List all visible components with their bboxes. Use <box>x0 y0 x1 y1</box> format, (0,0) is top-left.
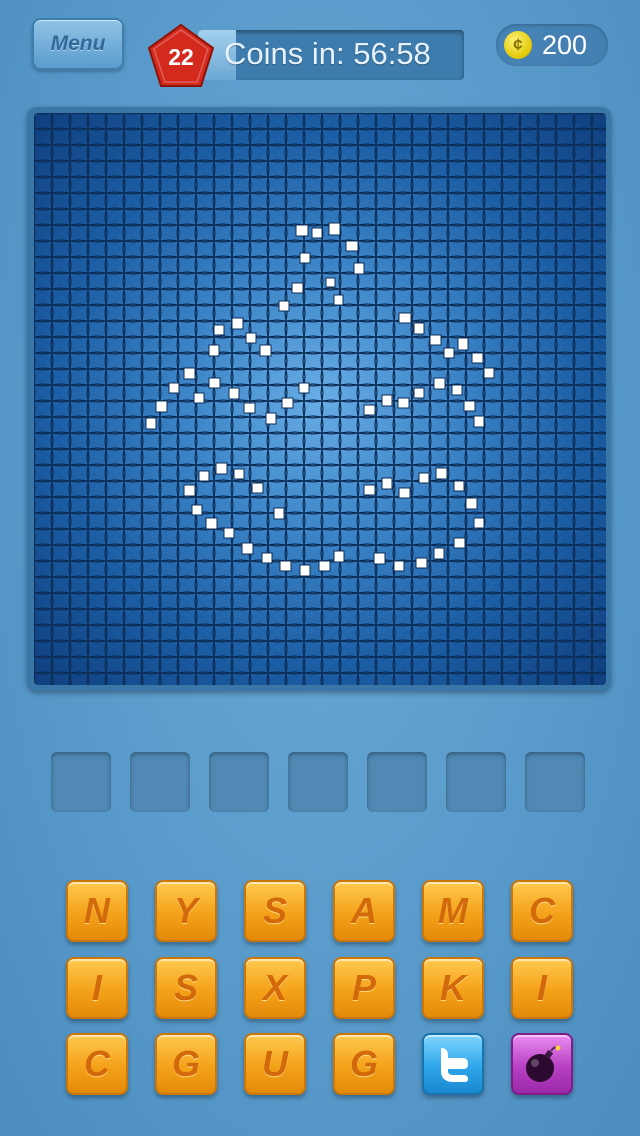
twitter-icon <box>441 1048 468 1082</box>
answer-slot[interactable] <box>209 752 269 812</box>
letter-tile[interactable]: K <box>422 957 484 1019</box>
letter-tile[interactable]: S <box>155 957 217 1019</box>
letter-tile[interactable]: C <box>66 1033 128 1095</box>
letter-tile[interactable]: C <box>511 880 573 942</box>
answer-slot[interactable] <box>130 752 190 812</box>
coin-icon: ¢ <box>504 31 532 59</box>
letter-tile[interactable]: M <box>422 880 484 942</box>
letter-tile[interactable]: I <box>66 957 128 1019</box>
letter-tile[interactable]: P <box>333 957 395 1019</box>
tractor-mosaic-image <box>34 113 606 685</box>
level-number: 22 <box>168 44 194 70</box>
bomb-icon <box>526 1045 561 1082</box>
level-badge: 22 <box>146 22 216 92</box>
letter-tile[interactable]: N <box>66 880 128 942</box>
letter-tile[interactable]: G <box>155 1033 217 1095</box>
answer-slot[interactable] <box>51 752 111 812</box>
coin-timer-bar: Coins in: 56:58 <box>198 30 464 80</box>
answer-slot[interactable] <box>525 752 585 812</box>
answer-slots <box>51 752 591 812</box>
timer-text: Coins in: 56:58 <box>224 36 431 71</box>
answer-slot[interactable] <box>367 752 427 812</box>
letter-tile[interactable]: A <box>333 880 395 942</box>
coin-balance: ¢ 200 <box>496 24 608 66</box>
letter-tile[interactable]: G <box>333 1033 395 1095</box>
twitter-share-button[interactable] <box>422 1033 484 1095</box>
letter-tile[interactable]: U <box>244 1033 306 1095</box>
letter-tile[interactable]: I <box>511 957 573 1019</box>
answer-slot[interactable] <box>288 752 348 812</box>
puzzle-image <box>34 113 606 685</box>
coin-count: 200 <box>542 30 588 60</box>
letter-tile[interactable]: S <box>244 880 306 942</box>
letter-tile[interactable]: X <box>244 957 306 1019</box>
answer-slot[interactable] <box>446 752 506 812</box>
menu-button[interactable]: Menu <box>32 18 124 70</box>
bomb-powerup-button[interactable] <box>511 1033 573 1095</box>
letter-tile[interactable]: Y <box>155 880 217 942</box>
